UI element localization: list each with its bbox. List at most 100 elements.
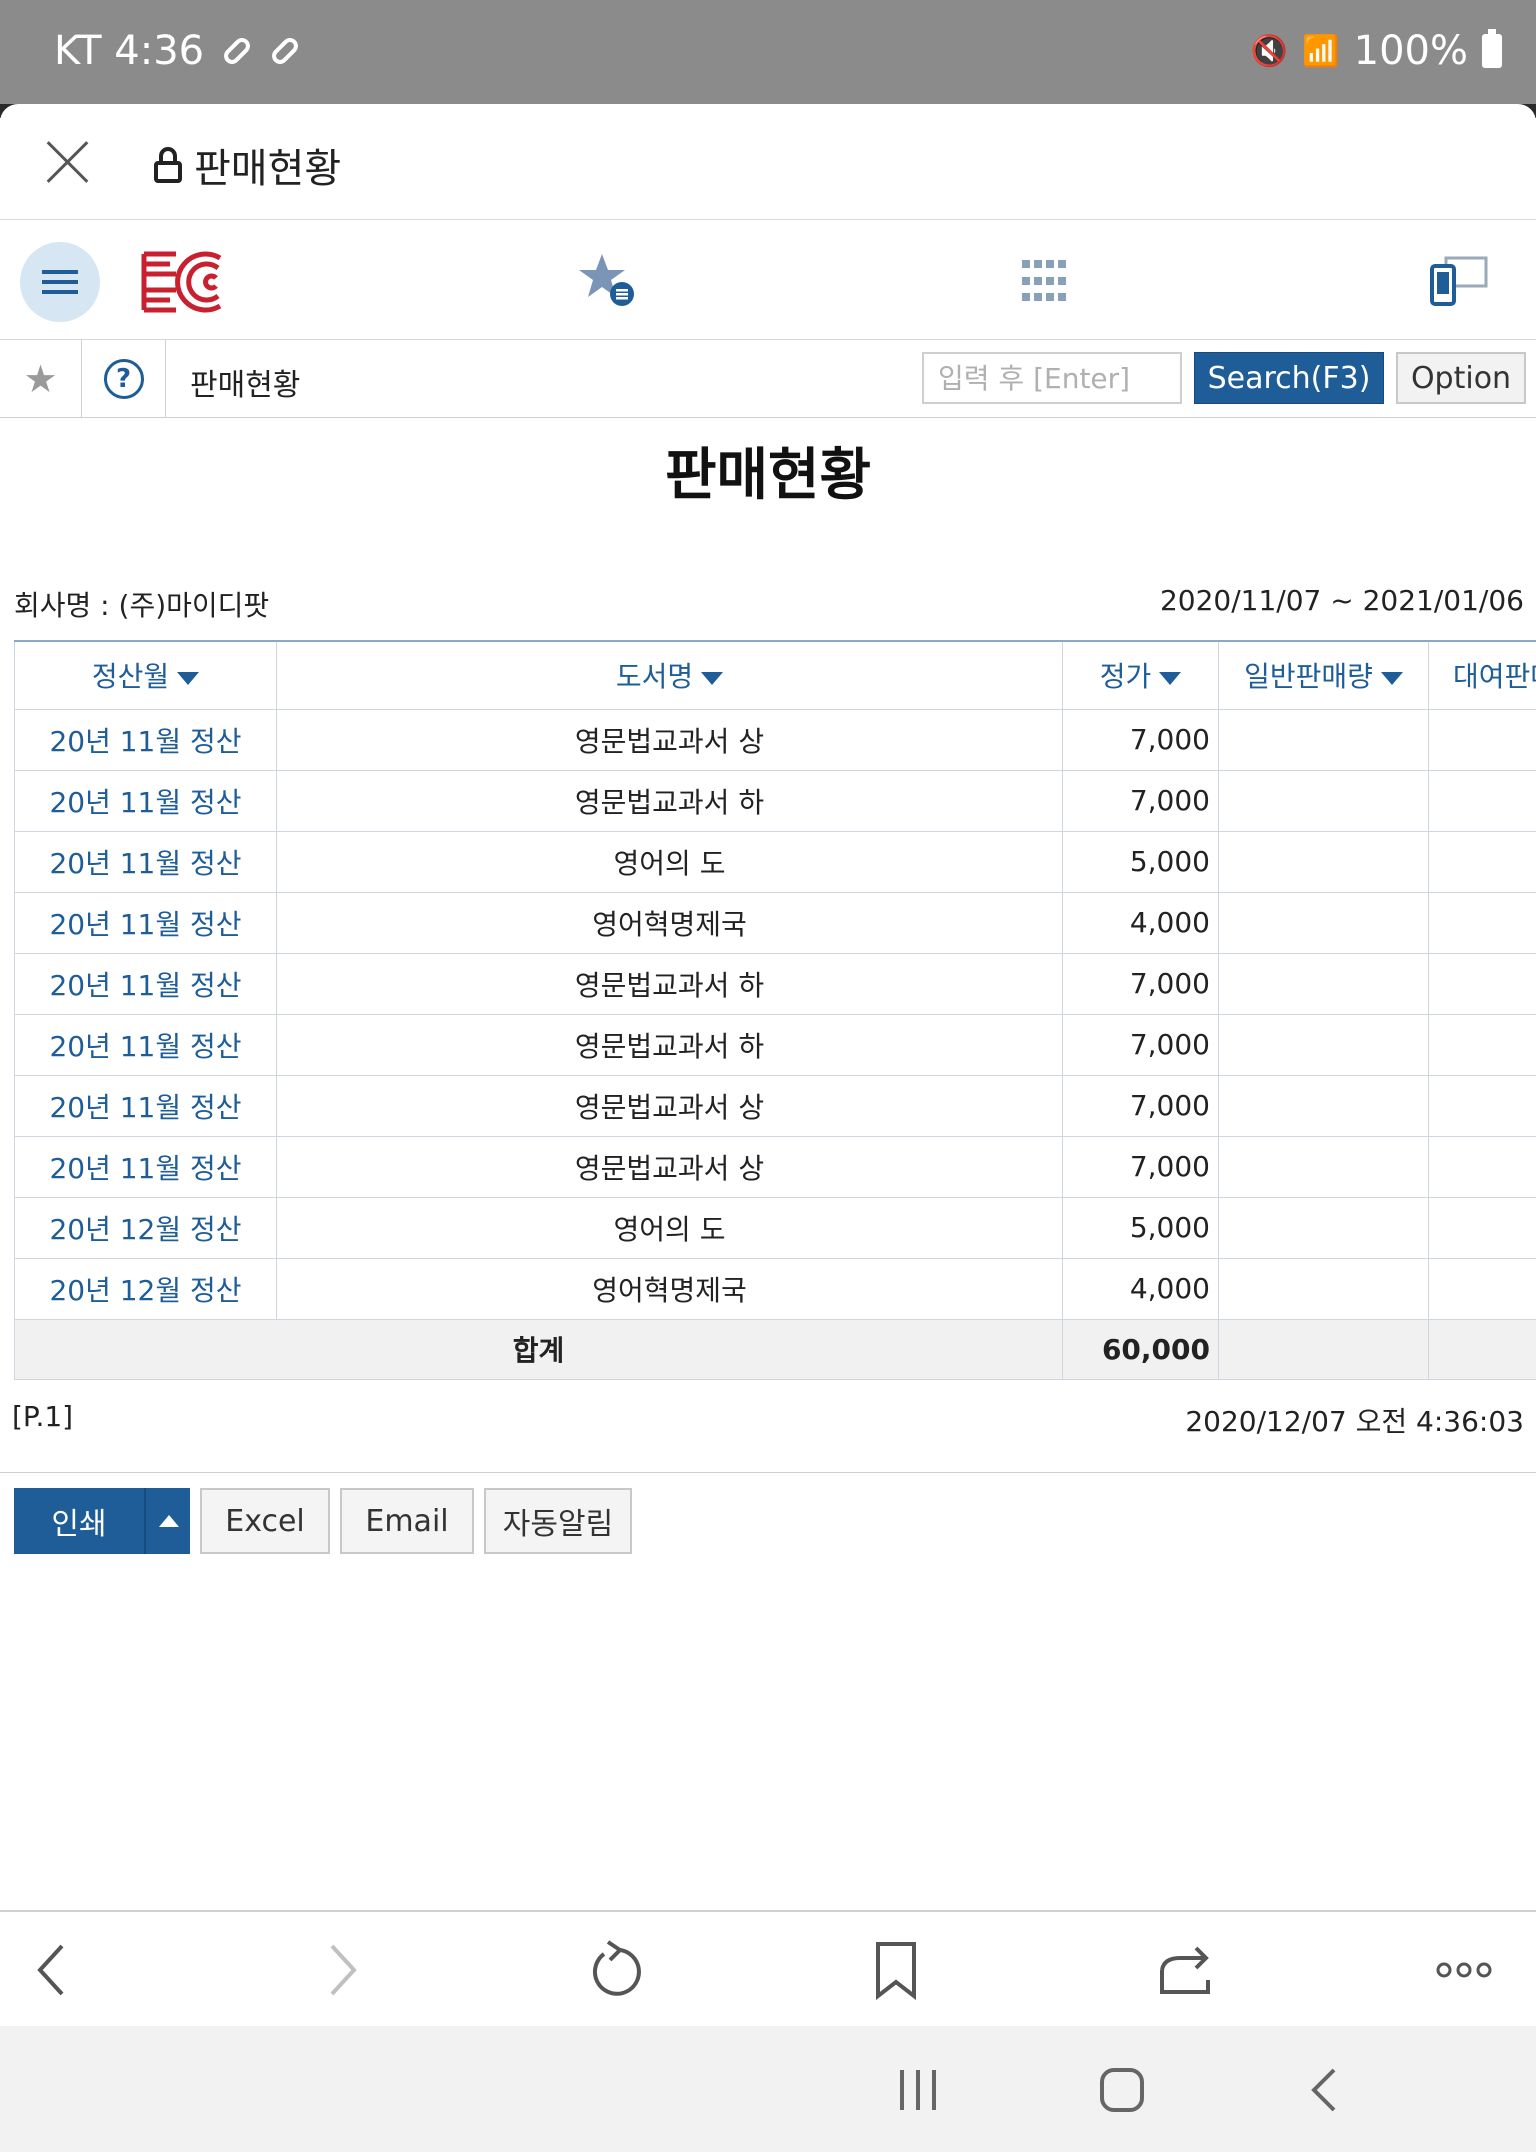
help-icon: ? [103, 359, 144, 399]
book-title: 영어혁명제국 [276, 1257, 1063, 1320]
sort-down-icon [1159, 671, 1182, 685]
company-name: 회사명 : (주)마이디팟 [14, 589, 270, 622]
price-cell: 7,000 [1062, 1013, 1219, 1076]
email-button[interactable]: Email [340, 1488, 474, 1554]
table-row: 20년 11월 정산 영어혁명제국 4,000 [14, 891, 1536, 954]
rental-sales-cell [1428, 1257, 1536, 1320]
total-value: 60,000 [1062, 1318, 1219, 1380]
month-link[interactable]: 20년 12월 정산 [14, 1196, 277, 1259]
menu-icon[interactable] [20, 242, 100, 322]
help-button[interactable]: ? [82, 340, 166, 418]
back-icon[interactable] [24, 1940, 84, 2000]
table-row: 20년 11월 정산 영문법교과서 하 7,000 [14, 1013, 1536, 1076]
total-row: 합계 60,000 [14, 1318, 1536, 1380]
rental-sales-cell [1428, 1074, 1536, 1137]
home-icon[interactable] [1092, 2060, 1152, 2120]
general-sales-cell [1218, 1135, 1429, 1198]
general-sales-cell [1218, 1257, 1429, 1320]
book-title: 영어혁명제국 [276, 891, 1063, 954]
price-cell: 5,000 [1062, 1196, 1219, 1259]
rental-sales-cell [1428, 769, 1536, 832]
rental-sales-cell [1428, 830, 1536, 893]
print-button[interactable]: 인쇄 [14, 1488, 144, 1554]
price-cell: 7,000 [1062, 952, 1219, 1015]
month-link[interactable]: 20년 11월 정산 [14, 1135, 277, 1198]
mute-icon: 🔇 [1250, 33, 1289, 69]
price-cell: 5,000 [1062, 830, 1219, 893]
column-header-book[interactable]: 도서명 [276, 640, 1063, 710]
book-title: 영문법교과서 하 [276, 952, 1063, 1015]
app-toolbar [0, 220, 1536, 340]
print-options-caret-icon[interactable] [144, 1488, 190, 1554]
general-sales-cell [1218, 830, 1429, 893]
table-row: 20년 11월 정산 영문법교과서 상 7,000 [14, 1074, 1536, 1137]
general-sales-cell [1218, 769, 1429, 832]
auto-notify-button[interactable]: 자동알림 [484, 1488, 632, 1554]
sub-toolbar: ★ ? 판매현황 Search(F3) Option [0, 340, 1536, 418]
general-sales-cell [1218, 1196, 1429, 1259]
book-title: 영어의 도 [276, 1196, 1063, 1259]
month-link[interactable]: 20년 12월 정산 [14, 1257, 277, 1320]
column-header-rental-sales[interactable]: 대여판매량 [1428, 640, 1536, 710]
report-table-wrap: 정산월 도서명 정가 일반판매량 대여판매량 20년 11월 정산 영문법교과서… [14, 640, 1536, 1382]
sort-down-icon [701, 671, 724, 685]
favorites-icon[interactable] [578, 252, 636, 310]
price-cell: 7,000 [1062, 708, 1219, 771]
bookmark-icon[interactable] [866, 1940, 926, 2000]
system-back-icon[interactable] [1298, 2062, 1354, 2118]
report-period: 2020/11/07 ~ 2021/01/06 [1159, 584, 1524, 617]
window-title: 판매현황 [194, 146, 342, 192]
month-link[interactable]: 20년 11월 정산 [14, 830, 277, 893]
search-button[interactable]: Search(F3) [1194, 352, 1384, 404]
price-cell: 4,000 [1062, 1257, 1219, 1320]
book-title: 영문법교과서 하 [276, 769, 1063, 832]
report-table: 정산월 도서명 정가 일반판매량 대여판매량 20년 11월 정산 영문법교과서… [14, 640, 1536, 1380]
forward-icon[interactable] [310, 1940, 370, 2000]
month-link[interactable]: 20년 11월 정산 [14, 891, 277, 954]
table-row: 20년 11월 정산 영문법교과서 상 7,000 [14, 1135, 1536, 1198]
lock-icon [154, 147, 182, 183]
battery-icon [1482, 29, 1502, 68]
title-bar: 판매현황 [0, 104, 1536, 220]
month-link[interactable]: 20년 11월 정산 [14, 769, 277, 832]
search-input[interactable] [922, 352, 1182, 404]
reload-icon[interactable] [584, 1940, 644, 2000]
close-icon[interactable] [44, 138, 92, 186]
month-link[interactable]: 20년 11월 정산 [14, 1013, 277, 1076]
column-header-price[interactable]: 정가 [1062, 640, 1219, 710]
price-cell: 7,000 [1062, 1074, 1219, 1137]
total-label: 합계 [14, 1318, 1063, 1380]
battery-text: 100% [1353, 28, 1468, 74]
total-rental-sales-cell [1428, 1318, 1536, 1380]
recent-apps-icon[interactable] [888, 2062, 948, 2118]
excel-button[interactable]: Excel [200, 1488, 330, 1554]
column-header-month[interactable]: 정산월 [14, 640, 277, 710]
bookmark-star-icon[interactable]: ★ [0, 340, 82, 418]
column-header-general-sales[interactable]: 일반판매량 [1218, 640, 1429, 710]
general-sales-cell [1218, 708, 1429, 771]
page-number: [P.1] [12, 1400, 74, 1433]
option-button[interactable]: Option [1396, 352, 1526, 404]
table-row: 20년 11월 정산 영문법교과서 하 7,000 [14, 769, 1536, 832]
month-link[interactable]: 20년 11월 정산 [14, 708, 277, 771]
more-options-icon[interactable] [1434, 1940, 1494, 2000]
pill-icon [220, 34, 254, 68]
month-link[interactable]: 20년 11월 정산 [14, 952, 277, 1015]
general-sales-cell [1218, 952, 1429, 1015]
table-row: 20년 11월 정산 영문법교과서 하 7,000 [14, 952, 1536, 1015]
printed-timestamp: 2020/12/07 오전 4:36:03 [1185, 1405, 1524, 1438]
rental-sales-cell [1428, 1196, 1536, 1259]
rental-sales-cell [1428, 1135, 1536, 1198]
apps-grid-icon[interactable] [1022, 260, 1068, 306]
ec-logo[interactable] [140, 250, 224, 314]
book-title: 영문법교과서 하 [276, 1013, 1063, 1076]
pill-icon [268, 34, 302, 68]
share-icon[interactable] [1154, 1940, 1214, 2000]
total-general-sales-cell [1218, 1318, 1429, 1380]
sort-down-icon [1380, 671, 1403, 685]
book-title: 영문법교과서 상 [276, 708, 1063, 771]
month-link[interactable]: 20년 11월 정산 [14, 1074, 277, 1137]
report-title: 판매현황 [664, 443, 872, 508]
device-switch-icon[interactable] [1428, 256, 1488, 308]
status-bar: KT 4:36 🔇 📶 100% [0, 0, 1536, 104]
